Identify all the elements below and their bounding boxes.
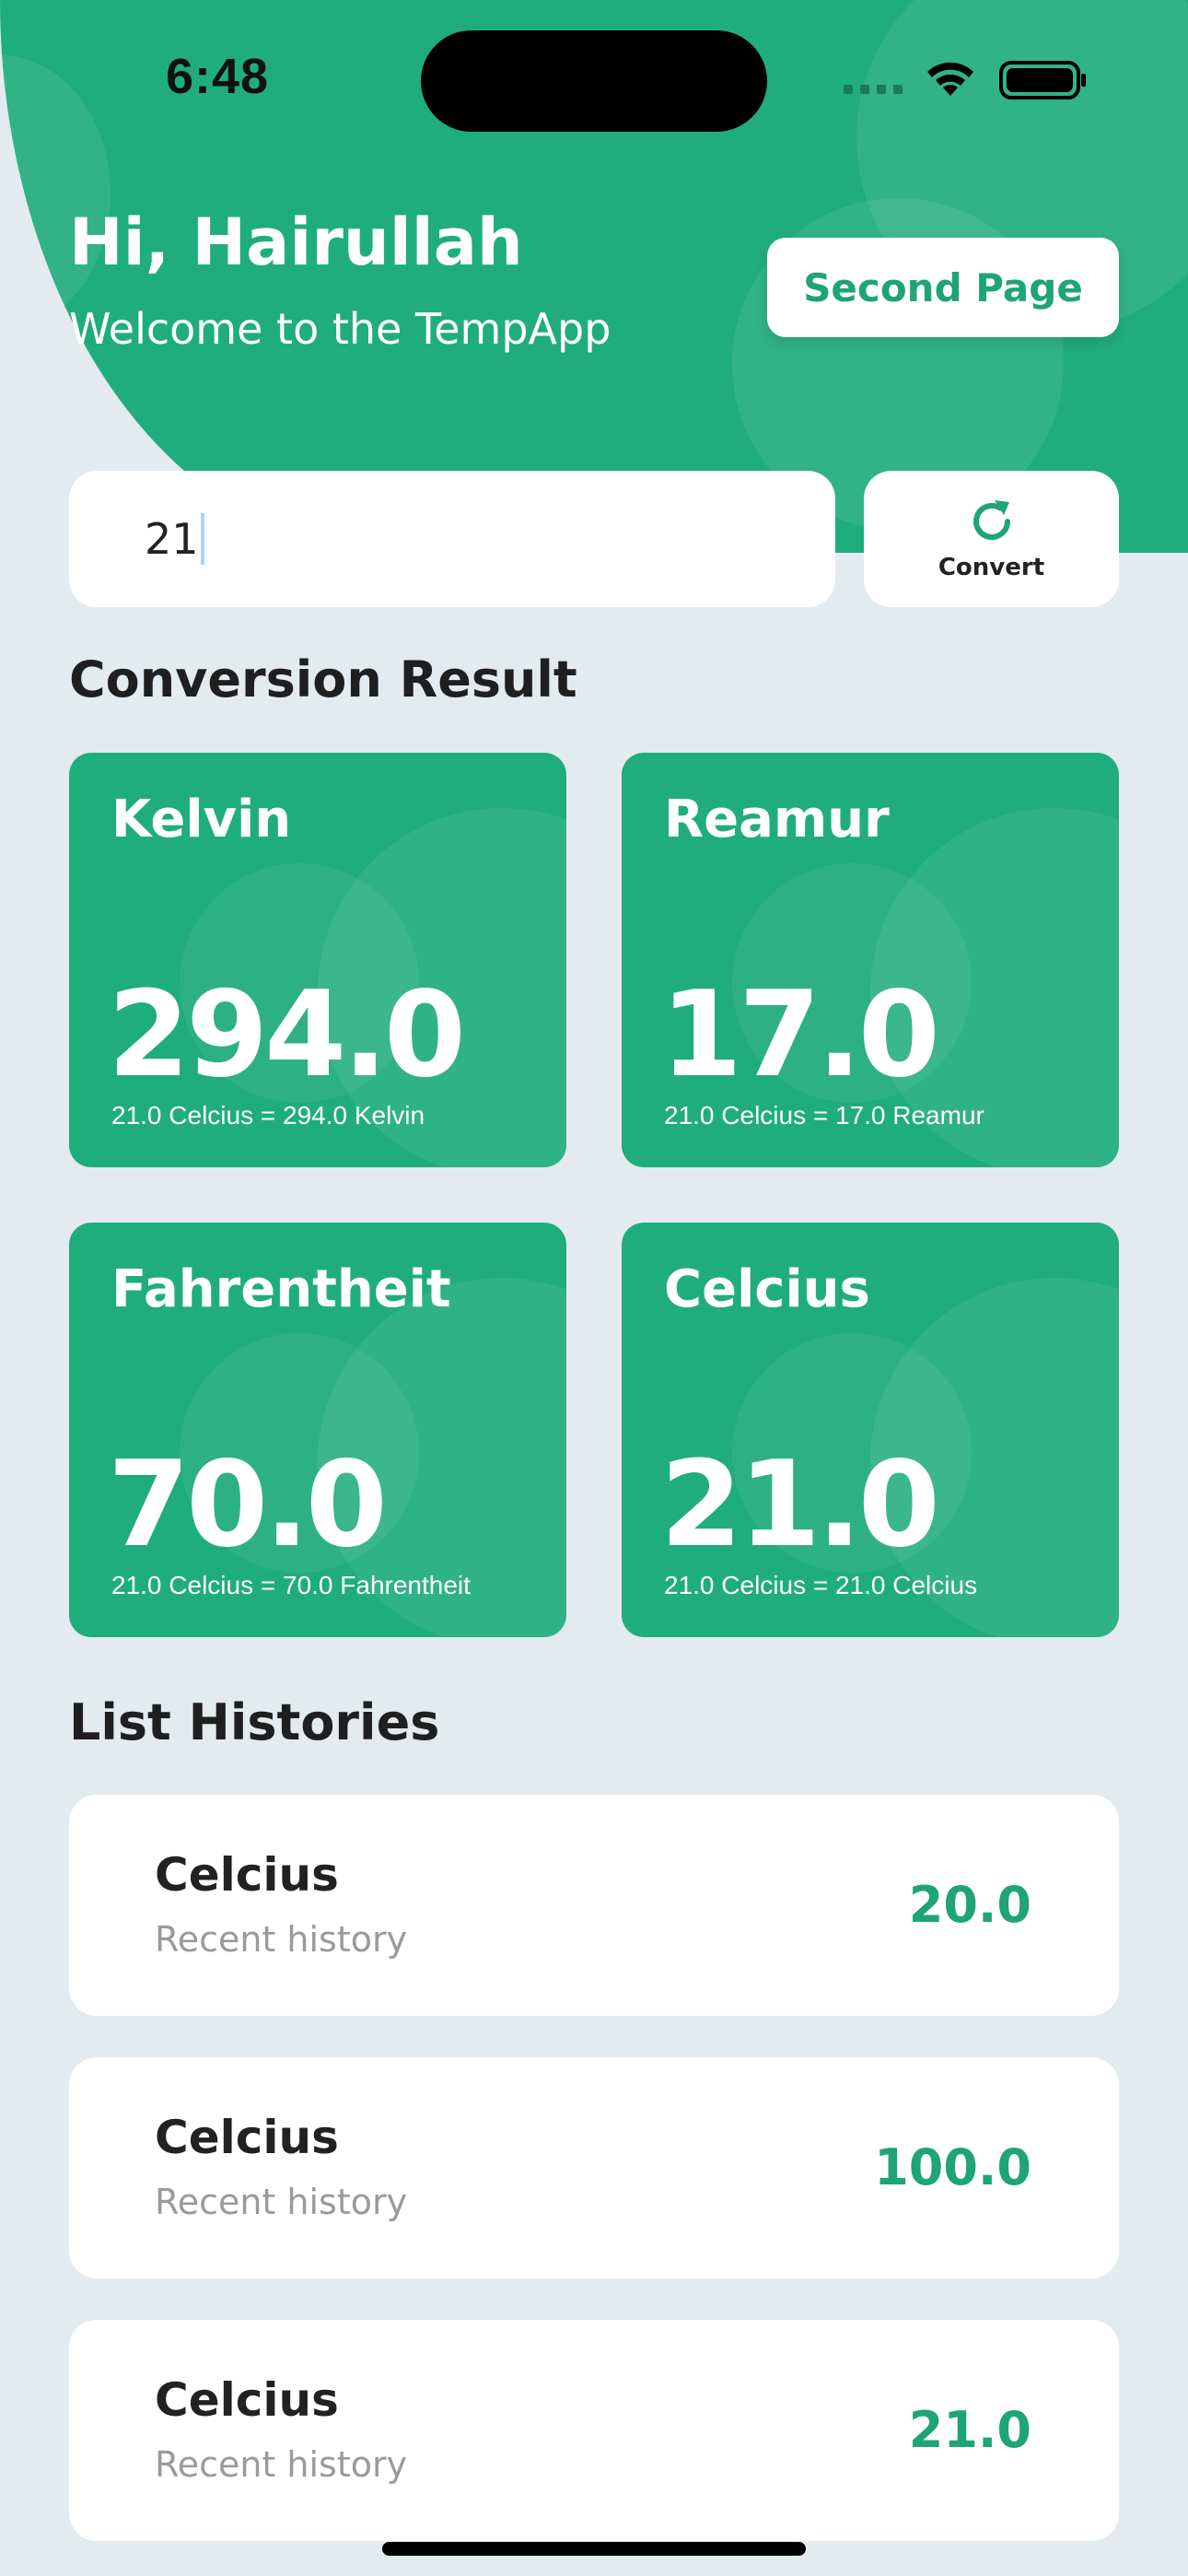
result-card-fahrenheit: Fahrentheit 70.0 21.0 Celcius = 70.0 Fah… bbox=[69, 1223, 566, 1637]
status-icons bbox=[840, 57, 1089, 103]
history-item[interactable]: Celcius Recent history 20.0 bbox=[69, 1795, 1119, 2016]
history-item-value: 21.0 bbox=[908, 2401, 1031, 2459]
cellular-signal-icon bbox=[844, 85, 903, 94]
greeting-subtitle: Welcome to the TempApp bbox=[69, 304, 611, 354]
result-card-kelvin: Kelvin 294.0 21.0 Celcius = 294.0 Kelvin bbox=[69, 753, 566, 1167]
result-card-title: Reamur bbox=[664, 790, 890, 849]
app-screen: 6:48 Hi, Hairullah Welcome to the TempAp… bbox=[0, 0, 1188, 2576]
result-card-title: Celcius bbox=[664, 1259, 870, 1319]
result-card-value: 294.0 bbox=[108, 966, 466, 1104]
dynamic-island bbox=[421, 30, 767, 132]
refresh-icon bbox=[973, 500, 1010, 540]
history-item-name: Celcius bbox=[155, 2373, 339, 2427]
history-item[interactable]: Celcius Recent history 21.0 bbox=[69, 2320, 1119, 2541]
greeting-title: Hi, Hairullah bbox=[69, 205, 523, 280]
second-page-button[interactable]: Second Page bbox=[767, 238, 1119, 337]
result-card-description: 21.0 Celcius = 70.0 Fahrentheit bbox=[111, 1571, 471, 1599]
list-histories-title: List Histories bbox=[69, 1693, 440, 1751]
history-item[interactable]: Celcius Recent history 100.0 bbox=[69, 2057, 1119, 2278]
history-item-value: 100.0 bbox=[874, 2138, 1031, 2196]
temperature-input-value: 21 bbox=[145, 514, 199, 564]
history-item-subtitle: Recent history bbox=[155, 2182, 408, 2222]
result-card-reamur: Reamur 17.0 21.0 Celcius = 17.0 Reamur bbox=[622, 753, 1119, 1167]
result-card-title: Kelvin bbox=[111, 790, 292, 849]
history-item-name: Celcius bbox=[155, 2111, 339, 2164]
result-card-title: Fahrentheit bbox=[111, 1259, 451, 1319]
history-item-name: Celcius bbox=[155, 1848, 339, 1902]
convert-button[interactable]: Convert bbox=[864, 471, 1119, 607]
history-item-subtitle: Recent history bbox=[155, 1919, 408, 1960]
history-item-value: 20.0 bbox=[908, 1876, 1031, 1934]
text-caret bbox=[200, 513, 204, 565]
wifi-icon bbox=[927, 62, 973, 96]
result-card-description: 21.0 Celcius = 21.0 Celcius bbox=[664, 1571, 978, 1599]
status-time: 6:48 bbox=[166, 49, 270, 104]
battery-icon bbox=[999, 61, 1086, 100]
result-card-value: 21.0 bbox=[660, 1436, 940, 1574]
history-item-subtitle: Recent history bbox=[155, 2444, 408, 2485]
conversion-result-title: Conversion Result bbox=[69, 650, 577, 708]
result-card-value: 17.0 bbox=[660, 966, 940, 1104]
result-card-description: 21.0 Celcius = 17.0 Reamur bbox=[664, 1101, 984, 1130]
result-card-celcius: Celcius 21.0 21.0 Celcius = 21.0 Celcius bbox=[622, 1223, 1119, 1637]
result-card-value: 70.0 bbox=[108, 1436, 388, 1574]
result-card-description: 21.0 Celcius = 294.0 Kelvin bbox=[111, 1101, 425, 1130]
home-indicator[interactable] bbox=[382, 2542, 806, 2556]
temperature-input[interactable]: 21 bbox=[69, 471, 835, 607]
convert-label: Convert bbox=[938, 554, 1045, 581]
